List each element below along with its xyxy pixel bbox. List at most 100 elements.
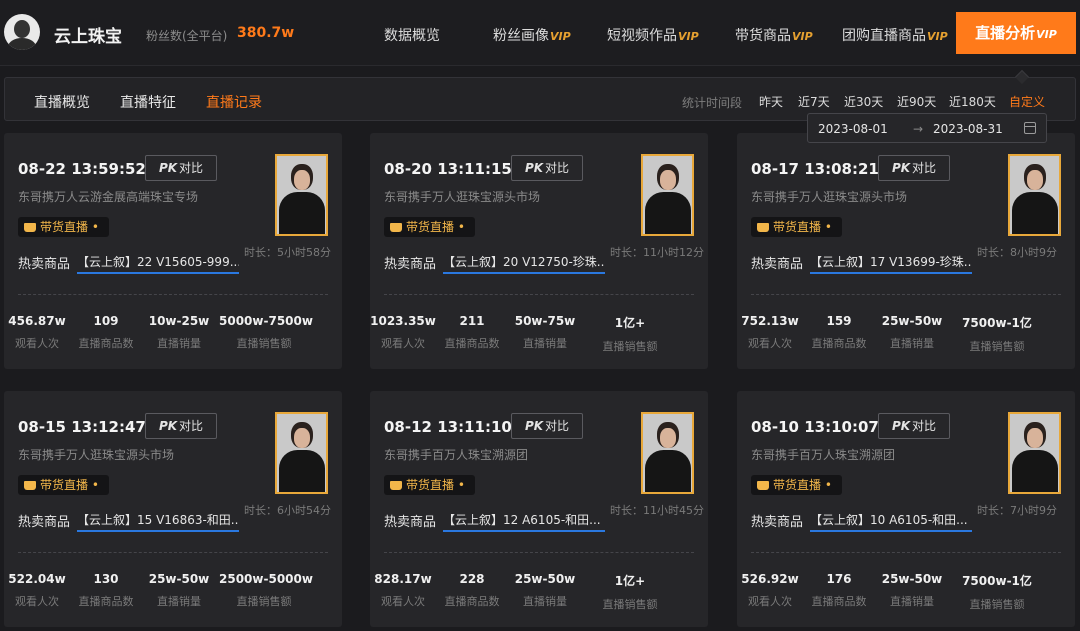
hot-goods-label: 热卖商品 xyxy=(384,515,437,530)
live-start-time: 08-17 13:08:21 xyxy=(751,160,879,178)
range-90d[interactable]: 近90天 xyxy=(897,93,936,110)
stat-3: 1亿+ 直播销售额 xyxy=(585,314,675,354)
live-duration: 时长：5小时58分 xyxy=(244,246,331,259)
pk-mark: PK xyxy=(524,419,544,433)
divider xyxy=(751,294,1061,295)
nav-goods[interactable]: 带货商品VIP xyxy=(735,25,813,45)
hot-goods-link[interactable]: 【云上叙】10 A6105-和田... xyxy=(810,511,972,532)
pk-compare-button[interactable]: PK 对比 xyxy=(145,413,217,439)
tab-live-features[interactable]: 直播特征 xyxy=(120,92,176,112)
vip-tag: VIP xyxy=(927,30,948,43)
stat-value: 25w-50w xyxy=(881,314,943,328)
nav-short-video[interactable]: 短视频作品VIP xyxy=(607,25,699,45)
range-label: 统计时间段 xyxy=(682,96,743,110)
pk-compare-button[interactable]: PK 对比 xyxy=(878,413,950,439)
live-cover-image[interactable] xyxy=(1008,154,1061,236)
stat-2: 50w-75w 直播销量 xyxy=(500,314,590,351)
stat-2: 10w-25w 直播销量 xyxy=(134,314,224,351)
stat-2: 25w-50w 直播销量 xyxy=(867,314,957,351)
live-title: 东哥携手万人逛珠宝源头市场 xyxy=(751,190,908,204)
nav-group-live[interactable]: 团购直播商品VIP xyxy=(842,25,948,45)
hot-goods-link[interactable]: 【云上叙】20 V12750-珍珠... xyxy=(443,253,605,274)
nav-live-analysis[interactable]: 直播分析VIP xyxy=(956,12,1076,54)
pk-mark: PK xyxy=(524,161,544,175)
live-start-time: 08-22 13:59:52 xyxy=(18,160,146,178)
stat-label: 直播销售额 xyxy=(969,340,1025,353)
hot-goods-link[interactable]: 【云上叙】22 V15605-999... xyxy=(77,253,239,274)
stat-3: 2500w-5000w 直播销售额 xyxy=(219,572,313,609)
vip-tag: VIP xyxy=(1036,28,1057,41)
calendar-icon[interactable] xyxy=(1024,122,1036,134)
end-date[interactable]: 2023-08-31 xyxy=(933,122,1003,136)
stat-label: 直播销量 xyxy=(890,337,934,350)
range-arrow: → xyxy=(913,122,924,136)
nav-fans-profile[interactable]: 粉丝画像VIP xyxy=(493,25,571,45)
range-30d[interactable]: 近30天 xyxy=(844,93,883,110)
stat-value: 10w-25w xyxy=(148,314,210,328)
live-record-card[interactable]: 08-22 13:59:52 PK 对比 东哥携万人云游金展高端珠宝专场 带货直播 • 时… xyxy=(4,133,342,369)
live-cover-image[interactable] xyxy=(641,412,694,494)
pk-compare-button[interactable]: PK 对比 xyxy=(878,155,950,181)
cart-icon xyxy=(757,481,769,490)
cart-icon xyxy=(24,481,36,490)
stat-value: 25w-50w xyxy=(148,572,210,586)
live-duration: 时长：11小时45分 xyxy=(610,504,704,517)
stat-value: 50w-75w xyxy=(514,314,576,328)
live-cover-image[interactable] xyxy=(1008,412,1061,494)
hot-goods-link[interactable]: 【云上叙】15 V16863-和田... xyxy=(77,511,239,532)
stat-label: 直播销量 xyxy=(890,595,934,608)
range-180d[interactable]: 近180天 xyxy=(949,93,996,110)
avatar[interactable] xyxy=(4,14,40,50)
live-record-card[interactable]: 08-15 13:12:47 PK 对比 东哥携手万人逛珠宝源头市场 带货直播 • 时长：… xyxy=(4,391,342,627)
live-commerce-badge: 带货直播 • xyxy=(751,217,842,237)
range-7d[interactable]: 近7天 xyxy=(798,93,830,110)
hot-goods-link[interactable]: 【云上叙】12 A6105-和田... xyxy=(443,511,605,532)
live-start-time: 08-20 13:11:15 xyxy=(384,160,512,178)
live-commerce-badge: 带货直播 • xyxy=(18,475,109,495)
stat-label: 直播销售额 xyxy=(602,340,658,353)
live-duration: 时长：11小时12分 xyxy=(610,246,704,259)
live-commerce-badge: 带货直播 • xyxy=(384,217,475,237)
range-yesterday[interactable]: 昨天 xyxy=(759,93,783,110)
live-record-card[interactable]: 08-12 13:11:10 PK 对比 东哥携手百万人珠宝溯源团 带货直播 • 时长：1… xyxy=(370,391,708,627)
live-title: 东哥携手百万人珠宝溯源团 xyxy=(384,448,529,462)
live-record-card[interactable]: 08-17 13:08:21 PK 对比 东哥携手万人逛珠宝源头市场 带货直播 • 时长：… xyxy=(737,133,1075,369)
nav-data-overview[interactable]: 数据概览 xyxy=(384,25,440,45)
start-date[interactable]: 2023-08-01 xyxy=(818,122,888,136)
divider xyxy=(18,294,328,295)
live-cover-image[interactable] xyxy=(275,154,328,236)
hot-goods-label: 热卖商品 xyxy=(18,515,71,530)
pk-compare-button[interactable]: PK 对比 xyxy=(511,413,583,439)
divider xyxy=(384,552,694,553)
stat-label: 直播销量 xyxy=(157,337,201,350)
date-range-picker[interactable]: 2023-08-01 → 2023-08-31 xyxy=(807,113,1047,143)
live-record-card[interactable]: 08-10 13:10:07 PK 对比 东哥携手百万人珠宝溯源团 带货直播 • 时长：7… xyxy=(737,391,1075,627)
live-record-card[interactable]: 08-20 13:11:15 PK 对比 东哥携手万人逛珠宝源头市场 带货直播 • 时长：… xyxy=(370,133,708,369)
pk-compare-button[interactable]: PK 对比 xyxy=(511,155,583,181)
stat-label: 直播销售额 xyxy=(236,337,292,350)
stat-3: 7500w-1亿 直播销售额 xyxy=(952,314,1042,354)
stat-3: 1亿+ 直播销售额 xyxy=(585,572,675,612)
live-title: 东哥携手百万人珠宝溯源团 xyxy=(751,448,896,462)
tab-live-records[interactable]: 直播记录 xyxy=(206,92,262,112)
stat-value: 1亿+ xyxy=(614,574,646,588)
hot-goods-label: 热卖商品 xyxy=(751,257,804,272)
stat-2: 25w-50w 直播销量 xyxy=(500,572,590,609)
live-start-time: 08-10 13:10:07 xyxy=(751,418,879,436)
fans-label: 粉丝数(全平台) xyxy=(146,29,228,43)
tab-live-overview[interactable]: 直播概览 xyxy=(34,92,90,112)
top-header: 云上珠宝 粉丝数(全平台) 380.7w 数据概览 粉丝画像VIP 短视频作品V… xyxy=(0,0,1080,66)
live-cover-image[interactable] xyxy=(641,154,694,236)
live-cover-image[interactable] xyxy=(275,412,328,494)
cart-icon xyxy=(390,481,402,490)
live-commerce-badge: 带货直播 • xyxy=(18,217,109,237)
live-start-time: 08-15 13:12:47 xyxy=(18,418,146,436)
range-custom[interactable]: 自定义 xyxy=(1009,93,1045,110)
stat-label: 直播销量 xyxy=(523,595,567,608)
stat-label: 直播销量 xyxy=(157,595,201,608)
hot-goods-link[interactable]: 【云上叙】17 V13699-珍珠... xyxy=(810,253,972,274)
pk-compare-button[interactable]: PK 对比 xyxy=(145,155,217,181)
stat-value: 2500w-5000w xyxy=(219,572,313,586)
hot-goods-label: 热卖商品 xyxy=(384,257,437,272)
live-commerce-badge: 带货直播 • xyxy=(751,475,842,495)
